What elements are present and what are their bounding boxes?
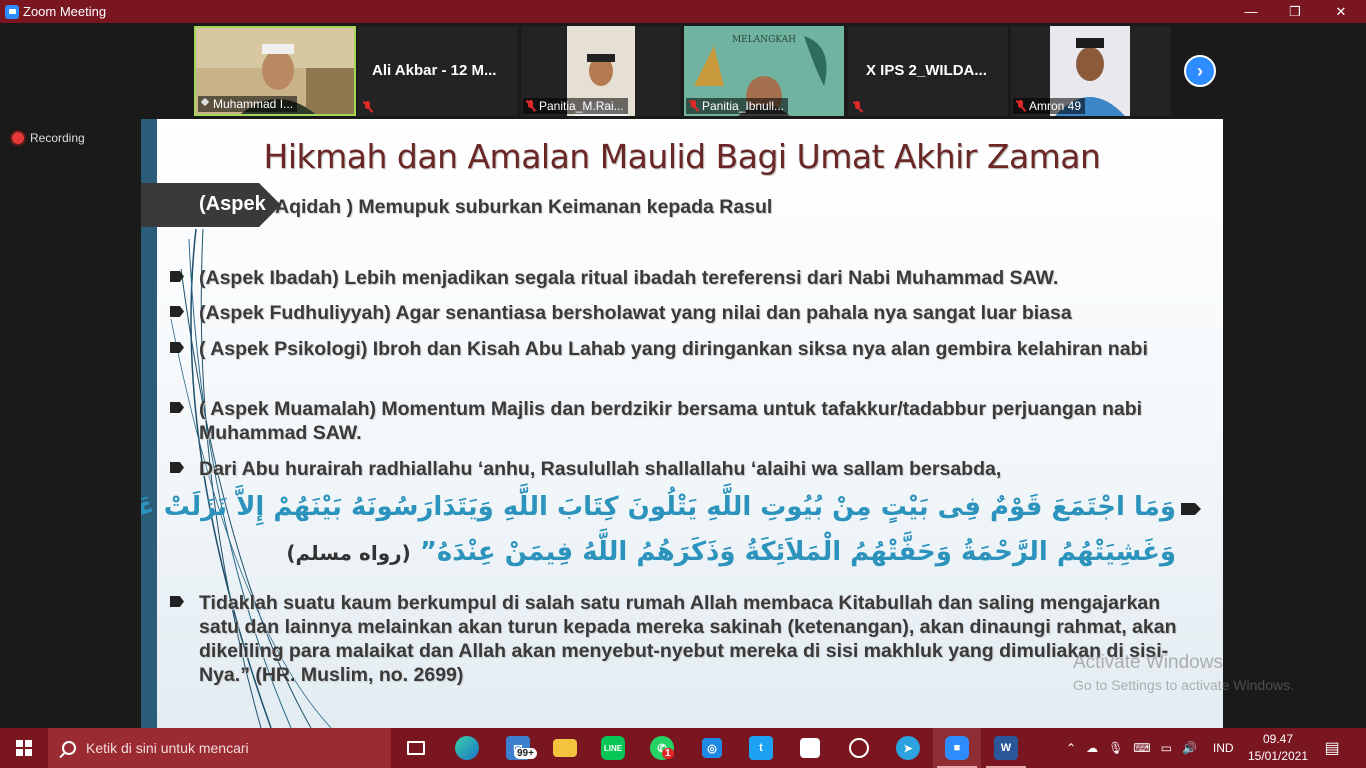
edge-icon <box>455 736 479 760</box>
recording-label: Recording <box>30 131 85 145</box>
mic-muted-icon <box>1015 100 1026 112</box>
search-placeholder: Ketik di sini untuk mencari <box>86 740 249 756</box>
chevron-text: (Aspek <box>199 193 266 215</box>
bullet-arrow-icon <box>1181 503 1201 515</box>
bullet-item: Tidaklah suatu kaum berkumpul di salah s… <box>170 591 1189 687</box>
line-app-icon: LINE <box>601 736 625 760</box>
mic-muted-icon <box>688 100 699 112</box>
participant-name: X IPS 2_WILDA... <box>866 62 987 79</box>
chevron-right-icon: › <box>1197 60 1203 81</box>
participant-name: Amron 49 <box>1029 99 1082 113</box>
zoom-app-icon <box>5 4 19 19</box>
mail-button[interactable]: ✉ 99+ <box>494 728 542 768</box>
participant-tile[interactable]: Muhammad I... <box>194 26 356 116</box>
participant-nameplate: Muhammad I... <box>198 96 298 112</box>
windows-logo-icon <box>16 740 32 756</box>
close-button[interactable]: ✕ <box>1318 0 1364 23</box>
volume-icon[interactable]: 🔊 <box>1182 741 1197 755</box>
record-icon <box>12 132 24 144</box>
participant-nameplate: Panitia_M.Rai... <box>523 98 628 114</box>
instagram-icon: ◎ <box>702 738 722 758</box>
folder-icon <box>553 739 577 757</box>
bullet-item: (Aspek Ibadah) Lebih menjadikan segala r… <box>170 266 1199 290</box>
action-center-icon: ▤ <box>1324 740 1340 757</box>
window-title: Zoom Meeting <box>23 4 107 19</box>
zoom-icon: ■ <box>945 736 969 760</box>
bullet-item: ( Aspek Muamalah) Momentum Majlis dan be… <box>170 397 1189 445</box>
bullet-item: ( Aspek Psikologi) Ibroh dan Kisah Abu L… <box>170 337 1189 361</box>
task-view-icon <box>407 741 425 755</box>
show-hidden-icons-icon[interactable]: ⌃ <box>1066 741 1076 755</box>
participant-tile[interactable]: MELANGKAH Panitia_Ibnull... <box>684 26 844 116</box>
participant-name: Panitia_Ibnull... <box>702 99 785 113</box>
line-button[interactable]: LINE <box>589 728 637 768</box>
first-line-text: Aqidah ) Memupuk suburkan Keimanan kepad… <box>275 196 773 218</box>
store-icon <box>800 738 820 758</box>
edge-button[interactable] <box>443 728 491 768</box>
ime-icon[interactable]: ⌨ <box>1133 741 1150 755</box>
mic-muted-icon <box>362 101 373 113</box>
participant-nameplate <box>850 100 867 114</box>
participant-tile[interactable]: Ali Akbar - 12 M... <box>358 26 518 116</box>
recording-indicator[interactable]: Recording <box>12 131 85 145</box>
system-tray: ⌃ ☁ 🎙 ⌨ ▭ 🔊 IND <box>1066 728 1234 768</box>
file-explorer-button[interactable] <box>541 728 589 768</box>
notifications-button[interactable]: ▤ <box>1312 728 1352 768</box>
instagram-button[interactable]: ◎ <box>688 728 736 768</box>
telegram-icon: ➤ <box>896 736 920 760</box>
language-indicator[interactable]: IND <box>1213 741 1234 755</box>
bullet-item: Dari Abu hurairah radhiallahu ‘anhu, Ras… <box>170 457 1199 481</box>
participant-tile[interactable]: Panitia_M.Rai... <box>521 26 681 116</box>
gauge-icon <box>849 738 869 758</box>
next-page-button[interactable]: › <box>1184 55 1216 87</box>
network-icon[interactable]: ▭ <box>1161 741 1172 755</box>
participant-name: Ali Akbar - 12 M... <box>372 62 497 79</box>
activation-subtitle: Go to Settings to activate Windows. <box>1073 677 1294 693</box>
twitter-icon: t <box>749 736 773 760</box>
store-button[interactable] <box>786 728 834 768</box>
word-icon: W <box>994 736 1018 760</box>
clock-time: 09.47 <box>1262 732 1294 746</box>
whatsapp-button[interactable]: ✆ 1 <box>638 728 686 768</box>
mic-muted-icon <box>525 100 536 112</box>
participant-tile[interactable]: Amron 49 <box>1011 26 1171 116</box>
participant-strip: Muhammad I... Ali Akbar - 12 M... Paniti… <box>0 23 1366 119</box>
clock-date: 15/01/2021 <box>1247 749 1309 763</box>
task-view-button[interactable] <box>392 728 440 768</box>
maximize-button[interactable]: ❐ <box>1272 0 1318 23</box>
word-button[interactable]: W <box>982 728 1030 768</box>
search-icon <box>62 741 76 755</box>
minimize-button[interactable]: — <box>1228 0 1274 23</box>
hadith-reference: (رواه مسلم) <box>286 541 411 565</box>
participant-name: Muhammad I... <box>213 97 294 111</box>
onedrive-icon[interactable]: ☁ <box>1086 741 1098 755</box>
mic-muted-icon <box>852 101 863 113</box>
participant-nameplate <box>360 100 377 114</box>
slide-title: Hikmah dan Amalan Maulid Bagi Umat Akhir… <box>263 137 1101 176</box>
telegram-button[interactable]: ➤ <box>884 728 932 768</box>
hadith-arabic-line-1: وَمَا اجْتَمَعَ قَوْمٌ فِى بَيْتٍ مِنْ ب… <box>141 492 1176 522</box>
title-bar: Zoom Meeting — ❐ ✕ <box>0 0 1366 23</box>
pin-icon <box>200 99 210 109</box>
participant-name: Panitia_M.Rai... <box>539 99 624 113</box>
bullet-item: (Aspek Fudhuliyyah) Agar senantiasa bers… <box>170 301 1199 325</box>
mail-badge: 99+ <box>514 748 537 759</box>
taskbar-search-box[interactable]: Ketik di sini untuk mencari <box>48 728 391 768</box>
twitter-button[interactable]: t <box>737 728 785 768</box>
activation-title: Activate Windows <box>1073 652 1223 673</box>
start-button[interactable] <box>0 728 48 768</box>
participant-nameplate: Panitia_Ibnull... <box>686 98 789 114</box>
zoom-taskbar-button[interactable]: ■ <box>933 728 981 768</box>
participant-nameplate: Amron 49 <box>1013 98 1086 114</box>
shared-slide: Hikmah dan Amalan Maulid Bagi Umat Akhir… <box>141 119 1223 728</box>
speed-app-button[interactable] <box>835 728 883 768</box>
microphone-icon[interactable]: 🎙 <box>1108 741 1123 755</box>
taskbar-clock[interactable]: 09.47 15/01/2021 <box>1247 731 1309 765</box>
hadith-arabic-line-2: وَغَشِيَتْهُمُ الرَّحْمَةُ وَحَفَّتْهُمُ… <box>286 537 1176 567</box>
whatsapp-badge: 1 <box>662 748 674 759</box>
participant-tile[interactable]: X IPS 2_WILDA... <box>848 26 1008 116</box>
thumb-banner-text: MELANGKAH <box>732 35 796 45</box>
